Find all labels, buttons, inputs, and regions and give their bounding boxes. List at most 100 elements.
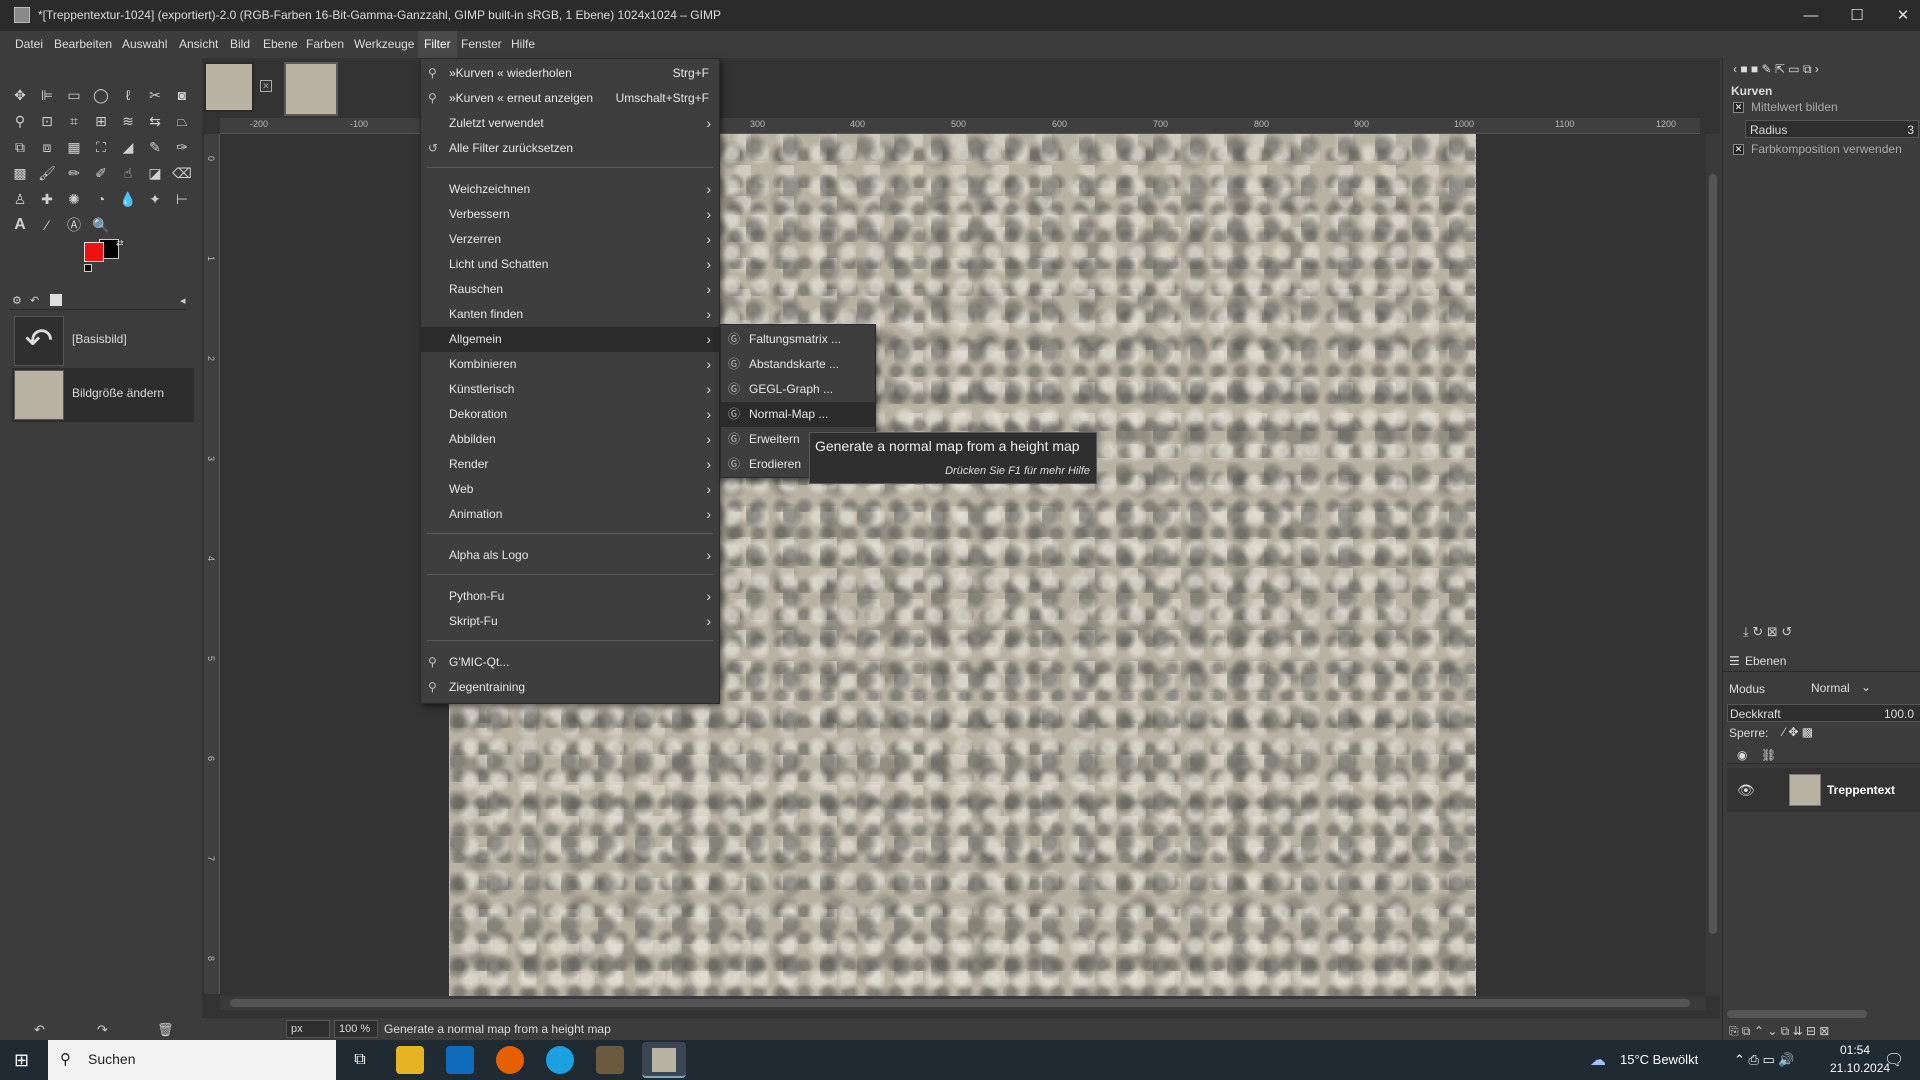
menu-item-group[interactable]: Rauschen ›: [421, 277, 719, 302]
menu-item-group[interactable]: Abbilden ›: [421, 427, 719, 452]
menu-item-repeat[interactable]: ⚲ »Kurven « wiederholen Strg+F: [421, 61, 719, 86]
redo-button-icon[interactable]: ↷: [97, 1022, 108, 1038]
ellipse-select-icon[interactable]: ◯: [90, 84, 112, 106]
gimp-taskbar-icon[interactable]: [596, 1046, 624, 1074]
zoom-select[interactable]: 100 %: [334, 1020, 378, 1038]
image-tab-thumbnail-active[interactable]: [284, 62, 338, 116]
measure-text-icon[interactable]: Ⓐ: [63, 214, 85, 236]
menu-item-group[interactable]: Künstlerisch ›: [421, 377, 719, 402]
layers-tab-icon[interactable]: ☰: [1729, 654, 1740, 668]
submenu-item-distance-map[interactable]: Ⓖ Abstandskarte ...: [721, 352, 875, 377]
rect-select-icon[interactable]: ▭: [63, 84, 85, 106]
align-tool-icon[interactable]: ⊫: [36, 84, 58, 106]
clone-icon[interactable]: ♙: [9, 188, 31, 210]
gradient-icon[interactable]: ◢: [117, 136, 139, 158]
clock-date[interactable]: 21.10.2024: [1830, 1061, 1890, 1075]
cage-transform-icon[interactable]: ⧉: [9, 136, 31, 158]
close-button[interactable]: ✕: [1880, 0, 1920, 31]
dock-action-icons[interactable]: ⤓ ↻ ⊠ ↺: [1743, 624, 1792, 640]
menu-item-gmic[interactable]: ⚲ G'MIC-Qt...: [421, 650, 719, 675]
fuzzy-select-icon[interactable]: ⚲: [9, 110, 31, 132]
menu-item-goat[interactable]: ⚲ Ziegentraining: [421, 675, 719, 700]
firefox-icon[interactable]: [496, 1046, 524, 1074]
ink-icon[interactable]: ◪: [144, 162, 166, 184]
menu-item-script-fu[interactable]: Skript-Fu ›: [421, 609, 719, 634]
menu-werkzeuge[interactable]: Werkzeuge: [348, 31, 420, 58]
smudge-icon[interactable]: ☝: [117, 162, 139, 184]
menu-farben[interactable]: Farben: [300, 31, 350, 58]
move-tool-icon[interactable]: ✥: [9, 84, 31, 106]
menu-auswahl[interactable]: Auswahl: [116, 31, 173, 58]
tray-icons[interactable]: ⌃ ⎙ ▭ 🔊: [1734, 1052, 1795, 1068]
clock-time[interactable]: 01:54: [1840, 1043, 1870, 1057]
menu-item-group[interactable]: Kombinieren ›: [421, 352, 719, 377]
weather-text[interactable]: 15°C Bewölkt: [1620, 1052, 1698, 1067]
paintbrush-icon[interactable]: 🖌: [36, 162, 58, 184]
menu-item-group[interactable]: Web ›: [421, 477, 719, 502]
menu-item-reset[interactable]: ↺ Alle Filter zurücksetzen: [421, 136, 719, 161]
foreground-color-swatch[interactable]: [84, 242, 104, 262]
clear-history-icon[interactable]: 🗑: [157, 1022, 174, 1038]
scrollbar-thumb[interactable]: [230, 999, 1690, 1007]
layers-scrollbar[interactable]: [1727, 1010, 1867, 1018]
menu-item-group[interactable]: Verbessern ›: [421, 202, 719, 227]
foreground-select-icon[interactable]: ◙: [171, 84, 193, 106]
swap-colors-icon[interactable]: ⇄: [116, 238, 124, 249]
tool-options-tab-icon[interactable]: ⚙: [12, 294, 22, 307]
lasso-icon[interactable]: ℓ: [117, 84, 139, 106]
seamless-clone-icon[interactable]: ▦: [63, 136, 85, 158]
notification-icon[interactable]: 🗨: [1884, 1050, 1904, 1070]
outlook-icon[interactable]: [446, 1046, 474, 1074]
image-tab-thumbnail[interactable]: [204, 62, 254, 112]
scissors-icon[interactable]: ✂: [144, 84, 166, 106]
menu-item-group[interactable]: Animation ›: [421, 502, 719, 527]
flip-icon[interactable]: ⇆: [144, 110, 166, 132]
windows-start-icon[interactable]: ⊞: [14, 1050, 34, 1070]
images-tab-icon[interactable]: [50, 294, 62, 306]
menu-item-group[interactable]: Dekoration ›: [421, 402, 719, 427]
weather-icon[interactable]: ☁: [1590, 1050, 1606, 1070]
radius-field[interactable]: Radius 3: [1745, 120, 1919, 138]
file-explorer-icon[interactable]: [396, 1046, 424, 1074]
average-checkbox[interactable]: ✕: [1733, 102, 1744, 113]
menu-item-reshow[interactable]: ⚲ »Kurven « erneut anzeigen Umschalt+Str…: [421, 86, 719, 111]
scrollbar-thumb[interactable]: [1709, 174, 1717, 934]
history-item[interactable]: ↶ [Basisbild]: [12, 314, 194, 368]
submenu-item-gegl-graph[interactable]: Ⓖ GEGL-Graph ...: [721, 377, 875, 402]
menu-bild[interactable]: Bild: [224, 31, 256, 58]
menu-item-python-fu[interactable]: Python-Fu ›: [421, 584, 719, 609]
layer-row[interactable]: 👁 Treppentext: [1727, 768, 1920, 812]
unit-select[interactable]: px: [286, 1020, 330, 1038]
handle-transform-icon[interactable]: ⧈: [36, 136, 58, 158]
perspective-icon[interactable]: ⏢: [171, 110, 193, 132]
horizontal-scrollbar[interactable]: [220, 996, 1706, 1010]
menu-hilfe[interactable]: Hilfe: [505, 31, 541, 58]
mode-select[interactable]: Normal ⌄: [1805, 678, 1873, 698]
vertical-ruler[interactable]: 0 1 2 3 4 5 6 7 8: [204, 134, 220, 994]
drop-icon[interactable]: 💧: [117, 188, 139, 210]
undo-history-tab-icon[interactable]: ↶: [30, 294, 39, 307]
minimize-button[interactable]: —: [1788, 0, 1834, 31]
measure-icon[interactable]: ⊢: [171, 188, 193, 210]
color-picker-icon[interactable]: ⁄: [36, 214, 58, 236]
dock-tab-icons[interactable]: ‹ ■ ■ ✎ ⇱ ▭ ⧉ ›: [1733, 62, 1819, 77]
menu-item-group[interactable]: Verzerren ›: [421, 227, 719, 252]
menu-item-recent[interactable]: Zuletzt verwendet ›: [421, 111, 719, 136]
menu-item-alpha-logo[interactable]: Alpha als Logo ›: [421, 543, 719, 568]
menu-item-group[interactable]: Kanten finden ›: [421, 302, 719, 327]
color-select-icon[interactable]: ⊡: [36, 110, 58, 132]
pencil-icon[interactable]: ✏: [63, 162, 85, 184]
configure-tab-icon[interactable]: ◂: [180, 294, 186, 307]
path-icon[interactable]: ✎: [144, 136, 166, 158]
warp-icon[interactable]: ≋: [117, 110, 139, 132]
layer-action-icons[interactable]: ⎘ ⧉ ⌃ ⌄ ⧉ ⇊ ⊟ ⊠: [1729, 1024, 1829, 1039]
eraser-icon[interactable]: ⌫: [171, 162, 193, 184]
bucket-fill-icon[interactable]: ⛶: [90, 136, 112, 158]
menu-item-allgemein[interactable]: Allgemein ›: [421, 327, 719, 352]
text-tool-icon[interactable]: A: [9, 214, 31, 236]
heal-icon[interactable]: ✚: [36, 188, 58, 210]
colorcomp-checkbox[interactable]: ✕: [1733, 144, 1744, 155]
menu-filter[interactable]: Filter: [418, 31, 457, 58]
dodge-burn-icon[interactable]: ◔: [90, 188, 112, 210]
menu-ansicht[interactable]: Ansicht: [173, 31, 224, 58]
